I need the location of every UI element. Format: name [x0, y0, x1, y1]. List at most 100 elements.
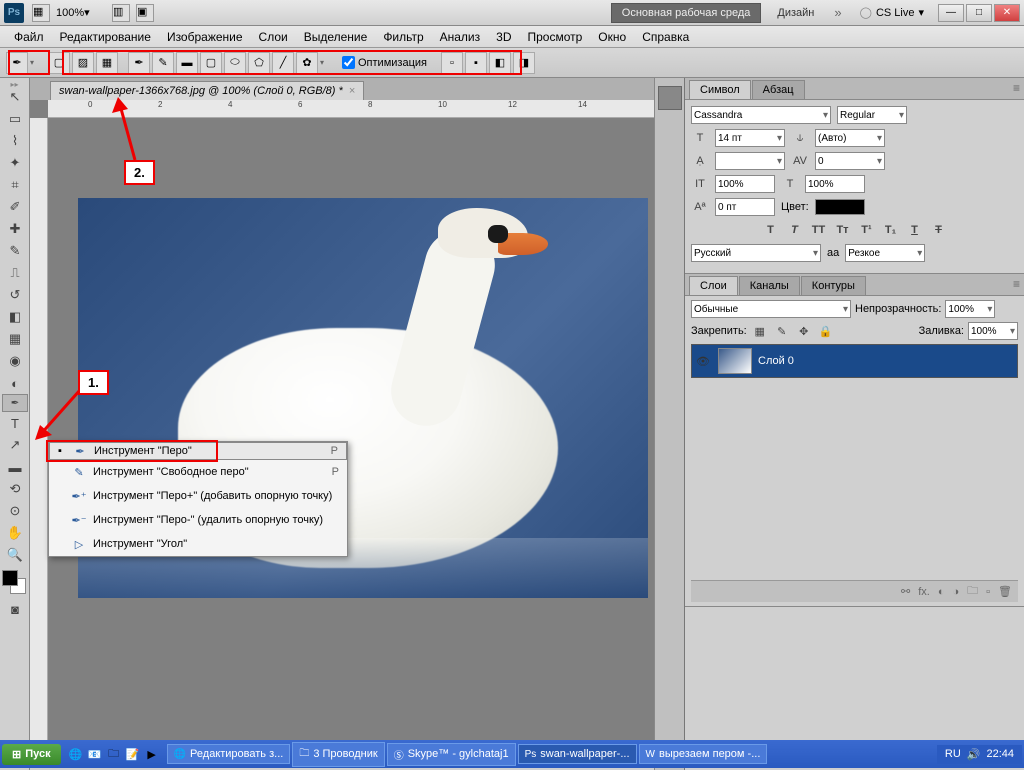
3d-tool[interactable]: ⟲	[2, 478, 28, 500]
system-tray[interactable]: RU 🔊 22:44	[937, 745, 1022, 764]
fg-color-swatch[interactable]	[2, 570, 18, 586]
leading-select[interactable]: (Авто)	[815, 129, 885, 147]
lock-move-icon[interactable]: ✥	[795, 325, 813, 338]
tray-icon[interactable]: 🔊	[967, 748, 981, 761]
flyout-item[interactable]: ✎Инструмент "Свободное перо"P	[49, 460, 347, 484]
smallcaps-button[interactable]: Tт	[834, 222, 852, 238]
workspace-main-button[interactable]: Основная рабочая среда	[611, 3, 762, 23]
bold-button[interactable]: T	[762, 222, 780, 238]
menu-help[interactable]: Справка	[634, 27, 697, 47]
menu-select[interactable]: Выделение	[296, 27, 376, 47]
layer-name[interactable]: Слой 0	[758, 355, 794, 367]
marquee-tool[interactable]: ▭	[2, 108, 28, 130]
history-brush-tool[interactable]: ↺	[2, 284, 28, 306]
tracking-select[interactable]: 0	[815, 152, 885, 170]
menu-window[interactable]: Окно	[590, 27, 634, 47]
flyout-item[interactable]: ▷Инструмент "Угол"	[49, 532, 347, 556]
menu-file[interactable]: Файл	[6, 27, 52, 47]
ql-icon[interactable]: 📝	[124, 744, 142, 764]
vscale-input[interactable]: 100%	[715, 175, 775, 193]
dodge-tool[interactable]: ◐	[2, 372, 28, 394]
opacity-input[interactable]: 100%	[945, 300, 995, 318]
workspace-design-button[interactable]: Дизайн	[769, 4, 822, 22]
delete-layer-icon[interactable]: 🗑	[998, 585, 1012, 598]
3d-camera-tool[interactable]: ⊙	[2, 500, 28, 522]
dropdown-icon[interactable]: ▾	[30, 58, 38, 67]
adjustment-layer-icon[interactable]: ◑	[952, 586, 959, 598]
ql-icon[interactable]: ▶	[143, 744, 161, 764]
pen-tool[interactable]: ✒	[2, 394, 28, 412]
menu-filter[interactable]: Фильтр	[375, 27, 431, 47]
stamp-tool[interactable]: ⎍	[2, 262, 28, 284]
menu-edit[interactable]: Редактирование	[52, 27, 159, 47]
document-tab[interactable]: swan-wallpaper-1366x768.jpg @ 100% (Слой…	[50, 81, 364, 100]
tool-preset-icon[interactable]: ✒	[6, 52, 28, 74]
zoom-tool[interactable]: 🔍	[2, 544, 28, 566]
task-button[interactable]: 🌐 Редактировать з...	[167, 744, 291, 764]
flyout-item[interactable]: ✒⁻Инструмент "Перо-" (удалить опорную то…	[49, 508, 347, 532]
shape-tool[interactable]: ▬	[2, 456, 28, 478]
subscript-button[interactable]: T₁	[882, 222, 900, 238]
bridge-dropdown[interactable]: ▦	[32, 4, 50, 22]
lock-all-icon[interactable]: 🔒	[817, 325, 835, 338]
rounded-rect-icon[interactable]: ▢	[200, 52, 222, 74]
quick-mask-tool[interactable]: ◙	[2, 598, 28, 620]
zoom-display[interactable]: 100% ▾	[56, 6, 106, 19]
fill-pixels-icon[interactable]: ▦	[96, 52, 118, 74]
layer-mask-icon[interactable]: ◐	[938, 586, 945, 598]
ql-icon[interactable]: 🗀	[105, 744, 123, 764]
allcaps-button[interactable]: TT	[810, 222, 828, 238]
start-button[interactable]: ⊞Пуск	[2, 744, 61, 765]
layer-thumbnail[interactable]	[718, 348, 752, 374]
lock-paint-icon[interactable]: ✎	[773, 325, 791, 338]
path-op-1-icon[interactable]: ▫	[441, 52, 463, 74]
strike-button[interactable]: T	[930, 222, 948, 238]
underline-button[interactable]: T	[906, 222, 924, 238]
line-icon[interactable]: ╱	[272, 52, 294, 74]
ellipse-icon[interactable]: ⬭	[224, 52, 246, 74]
task-button[interactable]: Ps swan-wallpaper-...	[518, 744, 637, 764]
optimize-checkbox[interactable]: Оптимизация	[342, 56, 427, 69]
maximize-button[interactable]: □	[966, 4, 992, 22]
layer-fx-icon[interactable]: fx.	[918, 586, 930, 598]
font-family-select[interactable]: Cassandra	[691, 106, 831, 124]
ql-icon[interactable]: 🌐	[67, 744, 85, 764]
polygon-icon[interactable]: ⬠	[248, 52, 270, 74]
close-tab-icon[interactable]: ×	[349, 85, 355, 97]
path-select-tool[interactable]: ↗	[2, 434, 28, 456]
more-workspaces-icon[interactable]: »	[830, 5, 845, 20]
flyout-item[interactable]: ✒⁺Инструмент "Перо+" (добавить опорную т…	[49, 484, 347, 508]
freeform-pen-icon[interactable]: ✎	[152, 52, 174, 74]
eyedropper-tool[interactable]: ✐	[2, 196, 28, 218]
font-size-select[interactable]: 14 пт	[715, 129, 785, 147]
hand-tool[interactable]: ✋	[2, 522, 28, 544]
tab-layers[interactable]: Слои	[689, 276, 738, 295]
arrange-dropdown[interactable]: ▥	[112, 4, 130, 22]
antialias-select[interactable]: Резкое	[845, 244, 925, 262]
task-button[interactable]: W вырезаем пером -...	[639, 744, 768, 764]
hscale-input[interactable]: 100%	[805, 175, 865, 193]
layer-group-icon[interactable]: 🗀	[967, 582, 978, 601]
menu-layers[interactable]: Слои	[251, 27, 296, 47]
new-layer-icon[interactable]: ▫	[986, 586, 990, 598]
quick-select-tool[interactable]: ✦	[2, 152, 28, 174]
move-tool[interactable]: ↖	[2, 86, 28, 108]
lasso-tool[interactable]: ⌇	[2, 130, 28, 152]
blend-mode-select[interactable]: Обычные	[691, 300, 851, 318]
screen-mode-dropdown[interactable]: ▣	[136, 4, 154, 22]
shape-layers-icon[interactable]: ▢	[48, 52, 70, 74]
tab-paths[interactable]: Контуры	[801, 276, 866, 295]
superscript-button[interactable]: T¹	[858, 222, 876, 238]
baseline-input[interactable]: 0 пт	[715, 198, 775, 216]
task-button[interactable]: 🗀 3 Проводник	[292, 742, 384, 767]
fill-input[interactable]: 100%	[968, 322, 1018, 340]
collapsed-panel-icon[interactable]	[658, 86, 682, 110]
pen-tool-icon[interactable]: ✒	[128, 52, 150, 74]
path-op-4-icon[interactable]: ◨	[513, 52, 535, 74]
path-op-2-icon[interactable]: ▪	[465, 52, 487, 74]
rectangle-icon[interactable]: ▬	[176, 52, 198, 74]
font-style-select[interactable]: Regular	[837, 106, 907, 124]
menu-image[interactable]: Изображение	[159, 27, 251, 47]
minimize-button[interactable]: —	[938, 4, 964, 22]
link-layers-icon[interactable]: ⚯	[901, 585, 910, 598]
